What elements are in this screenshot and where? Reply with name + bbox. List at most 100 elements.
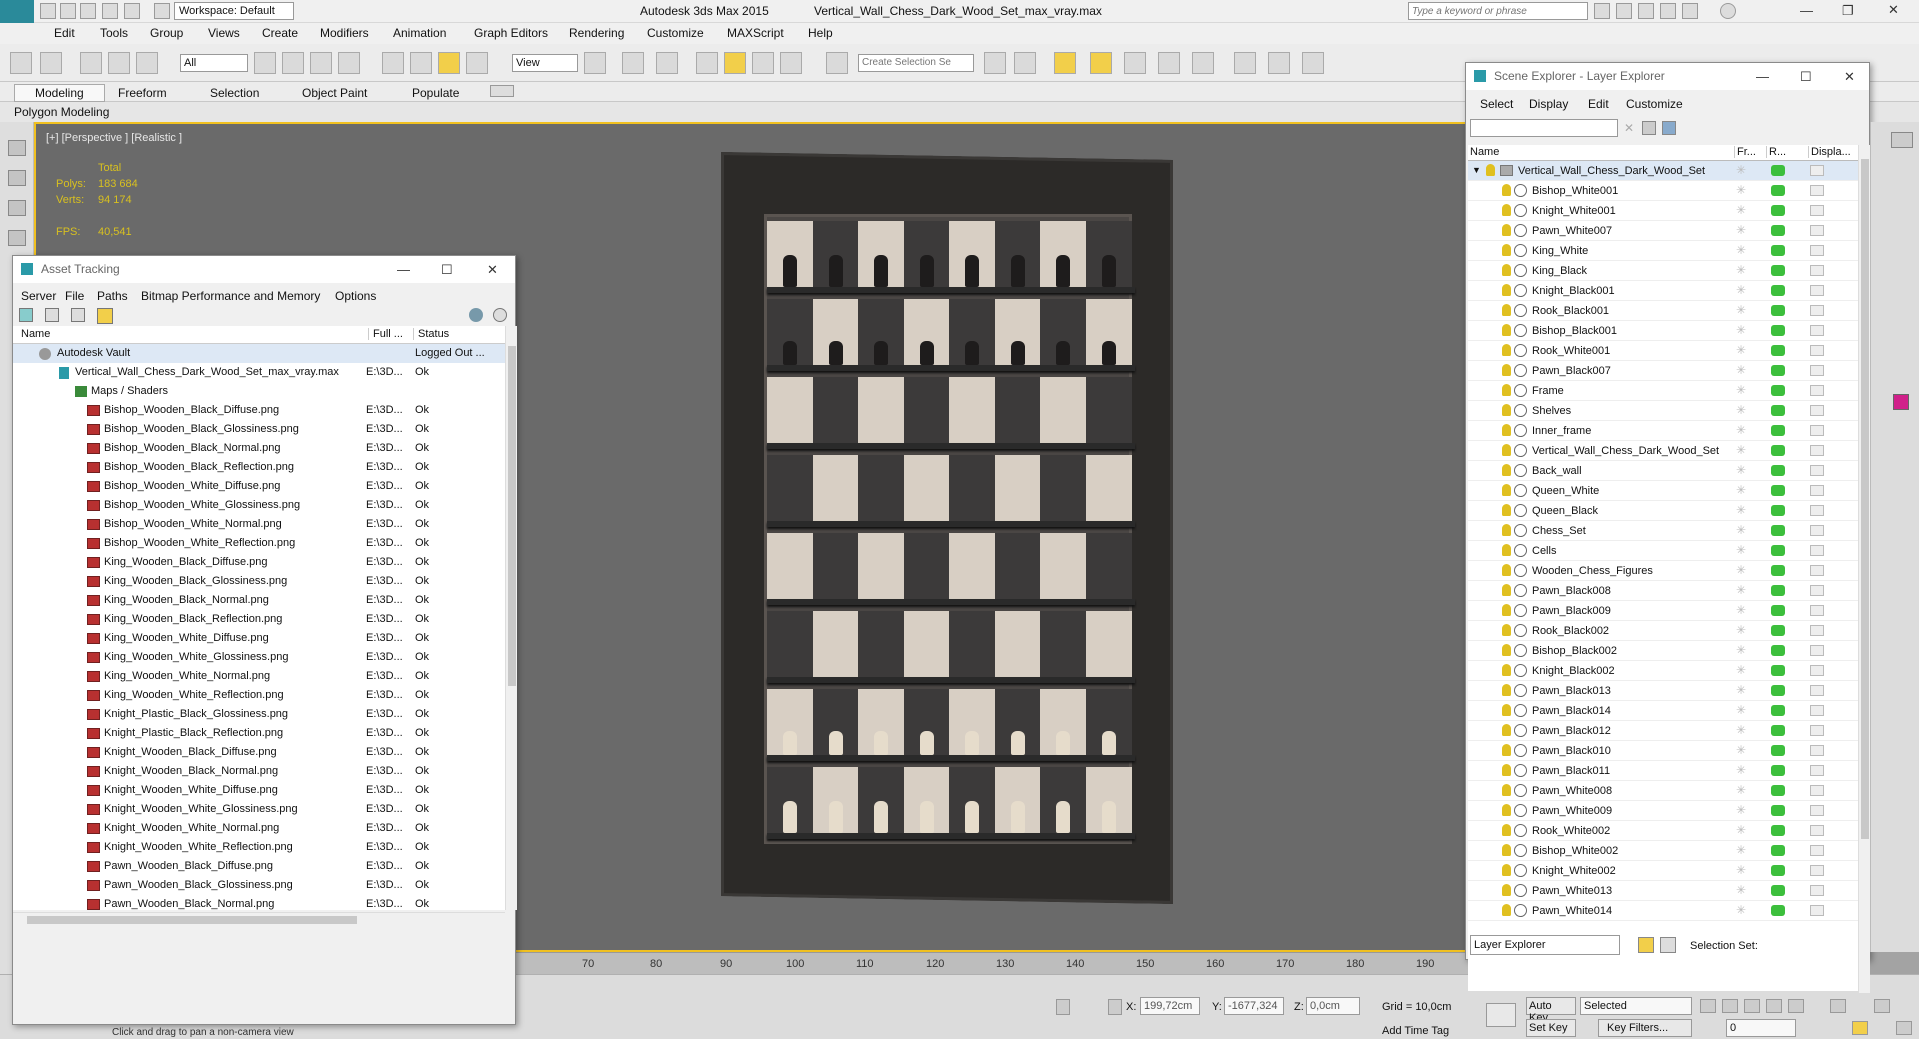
scene-object-row[interactable]: Back_wall ✳ [1468,461,1858,481]
scene-object-row[interactable]: Pawn_White014 ✳ [1468,901,1858,921]
tab-freeform[interactable]: Freeform [118,86,167,100]
set-key-button[interactable]: Set Key [1526,1019,1576,1037]
freeze-icon[interactable]: ✳ [1736,203,1748,217]
freeze-icon[interactable]: ✳ [1736,583,1748,597]
scene-object-row[interactable]: Knight_Black002 ✳ [1468,661,1858,681]
light-bulb-icon[interactable] [1502,884,1511,896]
list-item[interactable]: Knight_Plastic_Black_Reflection.png E:\3D… [13,724,505,743]
scene-menu-customize[interactable]: Customize [1626,97,1683,111]
scene-object-row[interactable]: Knight_Black001 ✳ [1468,281,1858,301]
schematic-view-icon[interactable] [1192,52,1214,74]
named-selection-dropdown[interactable]: Create Selection Se [858,54,974,72]
list-item[interactable]: Knight_Wooden_White_Normal.png E:\3D... Ok [13,819,505,838]
menu-rendering[interactable]: Rendering [569,26,624,40]
list-item[interactable]: Knight_Wooden_White_Reflection.png E:\3D.… [13,838,505,857]
binoculars-icon[interactable] [1594,3,1610,19]
list-item[interactable]: King_Wooden_Black_Glossiness.png E:\3D...… [13,572,505,591]
scene-menu-edit[interactable]: Edit [1588,97,1609,111]
search-input[interactable] [1408,2,1588,20]
render-teapot-icon[interactable] [1771,265,1785,276]
place-icon[interactable] [466,52,488,74]
col-render[interactable]: R... [1766,146,1786,158]
modify-panel-icon[interactable] [1891,132,1913,148]
tab-modeling[interactable]: Modeling [14,84,105,102]
freeze-icon[interactable]: ✳ [1736,703,1748,717]
col-full-path[interactable]: Full ... [368,328,403,340]
light-bulb-icon[interactable] [1502,624,1511,636]
scene-vertical-scrollbar[interactable] [1858,145,1870,993]
go-to-start-icon[interactable] [1700,999,1716,1013]
select-object-icon[interactable] [254,52,276,74]
display-box-icon[interactable] [1810,245,1824,256]
list-item[interactable]: King_Wooden_Black_Reflection.png E:\3D...… [13,610,505,629]
light-bulb-icon[interactable] [1502,284,1511,296]
communication-center-icon[interactable] [1638,3,1654,19]
keyboard-shortcut-icon[interactable] [656,52,678,74]
menu-views[interactable]: Views [208,26,240,40]
light-bulb-icon[interactable] [1502,444,1511,456]
light-bulb-icon[interactable] [1502,604,1511,616]
light-bulb-icon[interactable] [1502,904,1511,916]
col-status[interactable]: Status [413,328,449,340]
viewport-label[interactable]: [+] [Perspective ] [Realistic ] [46,132,182,144]
align-icon[interactable] [1014,52,1036,74]
reference-coordinate-dropdown[interactable]: View [512,54,578,72]
display-box-icon[interactable] [1810,265,1824,276]
display-box-icon[interactable] [1810,385,1824,396]
scene-object-row[interactable]: Frame ✳ [1468,381,1858,401]
exchange-icon[interactable] [1682,3,1698,19]
scene-object-row[interactable]: Pawn_Black009 ✳ [1468,601,1858,621]
light-bulb-icon[interactable] [1502,664,1511,676]
render-teapot-icon[interactable] [1771,485,1785,496]
menu-maxscript[interactable]: MAXScript [727,26,784,40]
render-teapot-icon[interactable] [1771,405,1785,416]
list-item[interactable]: Knight_Wooden_Black_Normal.png E:\3D... Ok [13,762,505,781]
scale-icon[interactable] [438,52,460,74]
link-icon[interactable] [80,52,102,74]
light-bulb-icon[interactable] [1502,404,1511,416]
zoom-icon[interactable] [1830,999,1846,1013]
scene-object-row[interactable]: Knight_White001 ✳ [1468,201,1858,221]
asset-close-icon[interactable]: ✕ [487,262,498,278]
scene-object-row[interactable]: Vertical_Wall_Chess_Dark_Wood_Set ✳ [1468,441,1858,461]
display-box-icon[interactable] [1810,805,1824,816]
freeze-icon[interactable]: ✳ [1736,223,1748,237]
display-box-icon[interactable] [1810,205,1824,216]
render-teapot-icon[interactable] [1771,245,1785,256]
scene-object-row[interactable]: King_Black ✳ [1468,261,1858,281]
select-by-name-icon[interactable] [282,52,304,74]
asset-menu-paths[interactable]: Paths [97,289,128,303]
display-box-icon[interactable] [1810,285,1824,296]
freeze-icon[interactable]: ✳ [1736,563,1748,577]
display-box-icon[interactable] [1810,665,1824,676]
menu-graph-editors[interactable]: Graph Editors [474,26,548,40]
material-editor-icon[interactable] [1234,52,1256,74]
expand-arrow-icon[interactable]: ▼ [1472,165,1481,175]
render-teapot-icon[interactable] [1771,225,1785,236]
angle-snap-icon[interactable] [724,52,746,74]
display-box-icon[interactable] [1810,365,1824,376]
display-box-icon[interactable] [1810,525,1824,536]
freeze-icon[interactable]: ✳ [1736,883,1748,897]
col-name[interactable]: Name [1470,146,1499,158]
display-box-icon[interactable] [1810,185,1824,196]
list-item[interactable]: Bishop_Wooden_Black_Diffuse.png E:\3D... O… [13,401,505,420]
asset-menu-file[interactable]: File [65,289,84,303]
asset-horizontal-scrollbar[interactable] [13,912,505,926]
display-box-icon[interactable] [1810,685,1824,696]
render-teapot-icon[interactable] [1771,865,1785,876]
asset-minimize-icon[interactable]: — [397,262,410,277]
redo-button-icon[interactable] [40,52,62,74]
freeze-icon[interactable]: ✳ [1736,723,1748,737]
snaps-toggle-icon[interactable] [696,52,718,74]
freeze-icon[interactable]: ✳ [1736,743,1748,757]
save-file-icon[interactable] [80,3,96,19]
scene-object-row[interactable]: Pawn_Black014 ✳ [1468,701,1858,721]
asset-hscroll-thumb[interactable] [27,916,357,924]
freeze-icon[interactable]: ✳ [1736,503,1748,517]
render-teapot-icon[interactable] [1771,765,1785,776]
percent-snap-icon[interactable] [752,52,774,74]
list-item[interactable]: Bishop_Wooden_White_Diffuse.png E:\3D... O… [13,477,505,496]
previous-frame-icon[interactable] [1722,999,1738,1013]
render-teapot-icon[interactable] [1771,645,1785,656]
